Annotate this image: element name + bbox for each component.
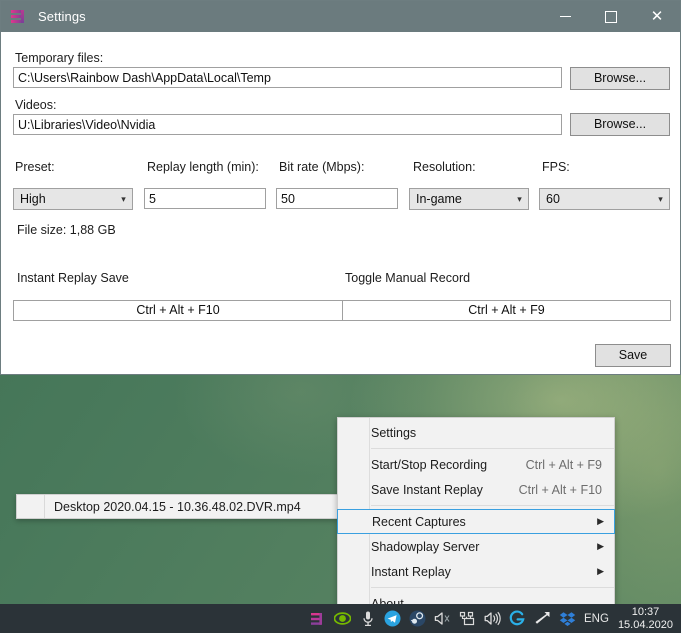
clock-time: 10:37 [631,605,660,618]
toggle-manual-record-label: Toggle Manual Record [345,271,471,285]
tray-network-icon[interactable] [455,604,480,633]
menu-separator [371,448,614,449]
file-size-label: File size: 1,88 GB [17,223,116,237]
resolution-select[interactable]: In-game ▾ [409,188,529,210]
fps-label: FPS: [542,160,570,174]
close-button[interactable]: ✕ [634,1,680,32]
settings-form: Temporary files: Browse... Videos: Brows… [1,32,680,376]
bitrate-input[interactable] [276,188,398,209]
temporary-files-input[interactable] [13,67,562,88]
menu-item-accelerator: Ctrl + Alt + F9 [525,457,602,472]
videos-label: Videos: [15,98,57,112]
preset-value: High [20,192,46,206]
tray-speaker-icon[interactable] [480,604,505,633]
menu-item-label: Save Instant Replay [371,482,483,497]
tray-logitech-g-icon[interactable] [505,604,530,633]
menu-item-accelerator: Ctrl + Alt + F10 [518,482,602,497]
preset-select[interactable]: High ▾ [13,188,133,210]
menu-separator [371,587,614,588]
clock-date: 15.04.2020 [617,618,673,631]
recent-captures-submenu: Desktop 2020.04.15 - 10.36.48.02.DVR.mp4 [16,494,338,519]
app-icon [310,612,322,625]
menu-item-label: Recent Captures [372,514,466,529]
menu-item-label: Start/Stop Recording [371,457,488,472]
resolution-label: Resolution: [413,160,476,174]
tray-nvidia-icon[interactable] [330,604,355,633]
microphone-icon [362,611,373,626]
toggle-manual-record-hotkey-input[interactable]: Ctrl + Alt + F9 [342,300,671,321]
temporary-files-label: Temporary files: [15,51,104,65]
submenu-icon-gutter [17,495,45,518]
tray-context-menu: Settings Start/Stop Recording Ctrl + Alt… [337,417,615,633]
menu-item-start-stop-recording[interactable]: Start/Stop Recording Ctrl + Alt + F9 [338,452,614,477]
bitrate-label: Bit rate (Mbps): [279,160,365,174]
minimize-button[interactable] [542,1,588,32]
resolution-value: In-game [416,192,462,206]
tray-app-icon[interactable] [305,604,330,633]
tray-steam-icon[interactable] [405,604,430,633]
fps-select[interactable]: 60 ▾ [539,188,670,210]
title-bar[interactable]: Settings ✕ [1,1,680,32]
menu-item-recent-captures[interactable]: Recent Captures ▶ [337,509,615,534]
volume-muted-icon [434,612,450,625]
menu-item-settings[interactable]: Settings [338,420,614,445]
instant-replay-save-label: Instant Replay Save [17,271,129,285]
preset-label: Preset: [15,160,55,174]
dropbox-icon [559,611,576,626]
videos-browse-button[interactable]: Browse... [570,113,670,136]
language-indicator[interactable]: ENG [580,613,616,625]
save-button[interactable]: Save [595,344,671,367]
taskbar: ENG 10:37 15.04.2020 [0,604,681,633]
chevron-down-icon: ▾ [517,193,522,204]
menu-separator [371,505,614,506]
replay-length-input[interactable] [144,188,266,209]
speaker-icon [484,611,501,626]
menu-item-label: Settings [371,425,417,440]
window-controls: ✕ [542,1,680,32]
menu-item-instant-replay[interactable]: Instant Replay ▶ [338,559,614,584]
tray-share-arrow-icon[interactable] [530,604,555,633]
system-tray: ENG 10:37 15.04.2020 [305,604,681,633]
telegram-icon [384,610,401,627]
window-title: Settings [38,9,86,24]
submenu-arrow-icon: ▶ [597,516,604,526]
menu-item-save-instant-replay[interactable]: Save Instant Replay Ctrl + Alt + F10 [338,477,614,502]
clock[interactable]: 10:37 15.04.2020 [616,606,681,632]
menu-item-label: Instant Replay [371,564,451,579]
share-arrow-icon [535,612,550,624]
tray-volume-muted-icon[interactable] [430,604,455,633]
tray-dropbox-icon[interactable] [555,604,580,633]
submenu-arrow-icon: ▶ [597,566,604,576]
steam-icon [409,610,426,627]
fps-value: 60 [546,192,560,206]
logitech-g-icon [509,610,525,626]
menu-item-shadowplay-server[interactable]: Shadowplay Server ▶ [338,534,614,559]
menu-item-label: Shadowplay Server [371,539,480,554]
tray-microphone-icon[interactable] [355,604,380,633]
maximize-button[interactable] [588,1,634,32]
replay-length-label: Replay length (min): [147,160,259,174]
network-icon [459,611,475,626]
instant-replay-save-hotkey-input[interactable]: Ctrl + Alt + F10 [13,300,343,321]
recent-capture-item[interactable]: Desktop 2020.04.15 - 10.36.48.02.DVR.mp4 [45,500,301,514]
minimize-icon [559,16,571,17]
screen: Settings ✕ Temporary files: Browse... Vi… [0,0,681,633]
chevron-down-icon: ▾ [658,193,663,204]
settings-window: Settings ✕ Temporary files: Browse... Vi… [0,0,681,375]
temporary-files-browse-button[interactable]: Browse... [570,67,670,90]
submenu-arrow-icon: ▶ [597,541,604,551]
app-icon [11,9,27,25]
tray-telegram-icon[interactable] [380,604,405,633]
close-icon: ✕ [650,8,664,25]
chevron-down-icon: ▾ [121,193,126,204]
nvidia-icon [334,612,352,625]
videos-input[interactable] [13,114,562,135]
maximize-icon [605,10,617,23]
